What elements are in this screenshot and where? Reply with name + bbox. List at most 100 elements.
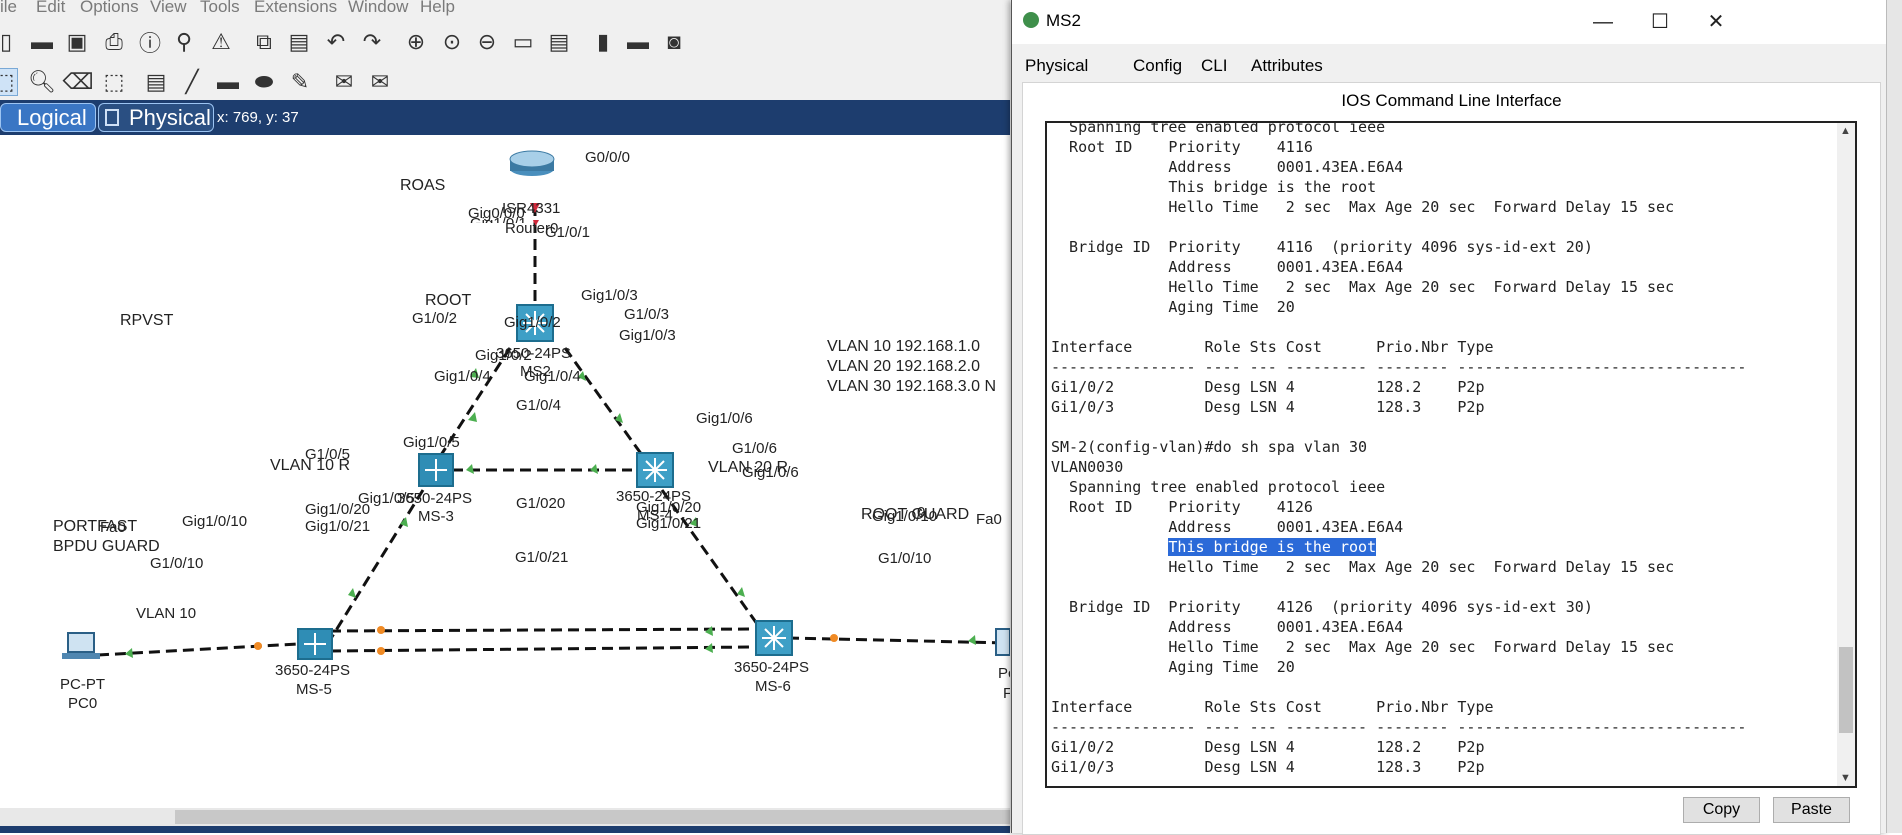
tab-config[interactable]: Config: [1133, 52, 1182, 82]
ms6-name: MS-6: [755, 678, 791, 695]
window-titlebar[interactable]: MS2 — ☐ ✕: [1012, 0, 1887, 44]
scrollbar-thumb[interactable]: [175, 810, 1010, 824]
note-bpdu-guard[interactable]: BPDU GUARD: [53, 538, 160, 556]
draw-ellipse-icon[interactable]: ⬬: [250, 68, 278, 96]
freeform-icon[interactable]: ✎: [286, 68, 314, 96]
cursor-coordinates: x: 769, y: 37: [217, 109, 299, 126]
link-light: [705, 643, 713, 653]
workspace-horizontal-scrollbar[interactable]: [0, 808, 1010, 826]
ms6-switch-icon: [755, 620, 793, 656]
port-label: G1/0/1: [545, 224, 591, 241]
paste-button[interactable]: Paste: [1773, 797, 1850, 823]
cli-output[interactable]: Spanning tree enabled protocol ieee Root…: [1051, 121, 1747, 777]
link-ms5-ms6-a: [329, 627, 753, 633]
info-icon[interactable]: ⓘ: [136, 28, 164, 56]
draw-line-icon[interactable]: ╱: [178, 68, 206, 96]
inspect-icon[interactable]: 🔍︎: [28, 68, 56, 96]
new-file-icon[interactable]: ▯: [0, 28, 20, 56]
link-light: [377, 626, 385, 634]
menu-view[interactable]: View: [150, 0, 187, 17]
pc1-icon-partial: [995, 628, 1010, 656]
link-light: [466, 464, 474, 474]
ios-cli-heading: IOS Command Line Interface: [1341, 91, 1562, 110]
place-note-icon[interactable]: ▤: [142, 68, 170, 96]
zoom-reset-icon[interactable]: ⊙: [438, 28, 466, 56]
port-label: G1/0/3: [624, 306, 670, 323]
cli-terminal[interactable]: Spanning tree enabled protocol ieee Root…: [1045, 121, 1857, 788]
draw-rectangle-icon[interactable]: ▬: [214, 68, 242, 96]
note-roas[interactable]: ROAS: [400, 177, 445, 195]
note-vlan10-ip[interactable]: VLAN 10 192.168.1.0: [827, 338, 980, 356]
zoom-in-icon[interactable]: ⊕: [402, 28, 430, 56]
menu-options[interactable]: Options: [80, 0, 139, 17]
port-label: Gig1/0/21: [636, 515, 702, 532]
cli-panel: IOS Command Line Interface Spanning tree…: [1022, 82, 1881, 835]
menu-tools[interactable]: Tools: [200, 0, 240, 17]
note-root[interactable]: ROOT: [425, 292, 471, 310]
select-tool-icon[interactable]: ⬚: [0, 68, 18, 96]
save-icon[interactable]: ▣: [63, 28, 91, 56]
close-icon[interactable]: ✕: [1700, 8, 1732, 36]
port-label: Gig1/0/2: [504, 314, 561, 331]
note-vlan30-ip[interactable]: VLAN 30 192.168.3.0 N: [827, 378, 996, 396]
logical-workspace[interactable]: ROAS RPVST ROOT VLAN 10 R VLAN 20 R PORT…: [0, 135, 1010, 808]
open-folder-icon[interactable]: ▬: [28, 28, 56, 56]
delete-icon[interactable]: ⌫: [62, 68, 93, 96]
viewport-icon[interactable]: ▮: [589, 28, 617, 56]
cli-selected-text[interactable]: This bridge is the root: [1168, 538, 1377, 556]
cli-output-before: Spanning tree enabled protocol ieee Root…: [1051, 121, 1747, 536]
menu-help[interactable]: Help: [420, 0, 455, 17]
physical-view-tab[interactable]: Physical: [98, 103, 214, 132]
window-title: MS2: [1046, 11, 1081, 30]
cluster-icon[interactable]: ▬: [624, 28, 652, 56]
zoom-out-icon[interactable]: ⊖: [473, 28, 501, 56]
port-label: G1/0/5: [305, 446, 351, 463]
link-light: [254, 642, 262, 650]
print-icon[interactable]: ⎙: [100, 28, 128, 56]
logical-view-label: Logical: [17, 105, 87, 130]
scrollbar-thumb[interactable]: [1839, 647, 1853, 733]
scroll-up-icon[interactable]: ▲: [1840, 125, 1851, 137]
menu-window[interactable]: Window: [348, 0, 408, 17]
paste-icon[interactable]: ▤: [285, 28, 313, 56]
switch-app-icon: [1023, 12, 1039, 28]
workspace-view-bar: Logical Physical x: 769, y: 37: [0, 100, 1010, 135]
activity-wizard-icon[interactable]: ⚠: [207, 28, 235, 56]
port-label: Fa0: [100, 519, 126, 536]
redo-icon[interactable]: ↷: [358, 28, 386, 56]
network-wizard-icon[interactable]: ⚲: [170, 28, 198, 56]
minimize-icon[interactable]: —: [1587, 8, 1619, 36]
cli-vertical-scrollbar[interactable]: ▲ ▼: [1837, 123, 1855, 786]
note-vlan10[interactable]: VLAN 10: [136, 605, 196, 622]
port-label: G1/0/2: [412, 310, 458, 327]
copy-button[interactable]: Copy: [1683, 797, 1760, 823]
tab-physical[interactable]: Physical: [1025, 52, 1088, 82]
port-label: Gig1/0/2: [475, 347, 532, 364]
simple-pdu-icon[interactable]: ✉: [330, 68, 358, 96]
menu-file[interactable]: ile: [0, 0, 17, 17]
copy-icon[interactable]: ⧉: [250, 28, 278, 56]
note-vlan20-ip[interactable]: VLAN 20 192.168.2.0: [827, 358, 980, 376]
menu-bar: ile Edit Options View Tools Extensions W…: [0, 0, 1010, 18]
ms5-model: 3650-24PS: [275, 662, 351, 679]
complex-pdu-icon[interactable]: ✉: [366, 68, 394, 96]
port-label: Gig1/0/21: [305, 518, 371, 535]
scroll-down-icon[interactable]: ▼: [1840, 772, 1851, 784]
resize-shape-icon[interactable]: ⬚: [100, 68, 128, 96]
screenshot-icon[interactable]: ◙: [660, 28, 688, 56]
pc0-icon: [62, 632, 100, 659]
tab-attributes[interactable]: Attributes: [1251, 52, 1323, 82]
drawing-palette-icon[interactable]: ▭: [509, 28, 537, 56]
port-label: G1/0/10: [150, 555, 204, 572]
custom-devices-icon[interactable]: ▤: [545, 28, 573, 56]
ms5-switch-icon: [297, 628, 333, 660]
tab-cli[interactable]: CLI: [1195, 52, 1234, 85]
note-rpvst[interactable]: RPVST: [120, 312, 173, 330]
logical-view-tab[interactable]: Logical: [0, 103, 96, 132]
menu-extensions[interactable]: Extensions: [254, 0, 337, 17]
maximize-icon[interactable]: ☐: [1644, 8, 1676, 36]
menu-edit[interactable]: Edit: [36, 0, 65, 17]
port-label: G1/0/4: [516, 397, 562, 414]
undo-icon[interactable]: ↶: [322, 28, 350, 56]
pc0-model: PC-PT: [60, 676, 105, 693]
